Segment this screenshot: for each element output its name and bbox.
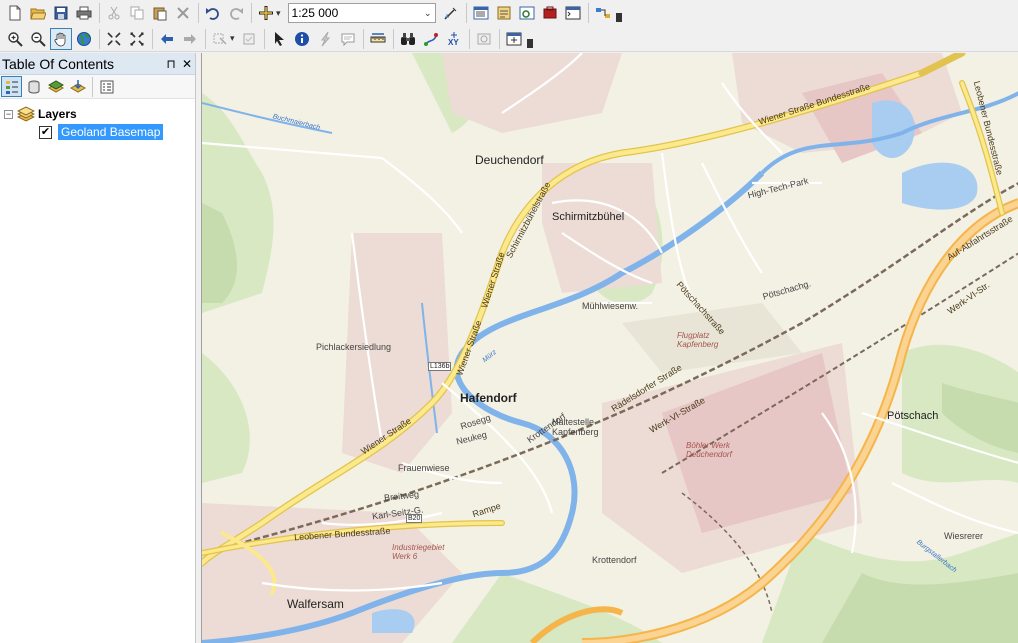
new-document-icon[interactable] [4,2,26,24]
arctoolbox-icon[interactable] [539,2,561,24]
layers-group-label: Layers [38,107,77,121]
list-by-selection-icon[interactable] [67,76,88,97]
layers-stack-icon [17,106,35,122]
map-label-locality: Pichlackersiedlung [316,342,392,352]
copy-icon[interactable] [126,2,148,24]
separator [468,28,470,49]
map-road-shield: B20 [406,514,423,523]
open-folder-icon[interactable] [27,2,49,24]
map-scale-value: 1:25 000 [291,6,339,20]
table-of-contents-panel: Table Of Contents ⊓ ✕ − Layers ✔ Geoland… [0,53,196,643]
zoom-in-icon[interactable] [4,28,26,50]
find-binoculars-icon[interactable] [397,28,419,50]
map-label-airfield: Flugplatz Kapfenberg [677,331,719,349]
create-viewer-window-icon[interactable] [503,28,525,50]
clear-selection-icon[interactable] [238,28,260,50]
print-icon[interactable] [73,2,95,24]
layer-row-geoland-basemap[interactable]: ✔ Geoland Basemap [0,123,195,141]
redo-icon[interactable] [225,2,247,24]
undo-icon[interactable] [202,2,224,24]
map-label-town: Walfersam [287,597,344,611]
separator [362,28,364,49]
list-by-drawing-order-icon[interactable] [1,76,22,97]
map-label-industrial: Industriegebiet Werk 6 [392,543,445,561]
separator [263,28,265,49]
map-label-town: Hafendorf [460,391,517,405]
separator [152,28,153,49]
find-route-icon[interactable] [420,28,442,50]
separator [498,28,500,49]
map-label-village: Pötschach [887,410,939,422]
select-features-dropdown-icon[interactable]: ▾ [230,33,235,44]
map-view[interactable]: Deuchendorf Schirmitzbühel Hafendorf Pöt… [201,53,1018,643]
search-window-icon[interactable] [516,2,538,24]
pin-icon[interactable]: ⊓ [163,57,179,71]
chevron-down-icon[interactable]: ⌄ [424,8,432,19]
time-slider-icon[interactable] [473,28,495,50]
toolbar-overflow-icon[interactable] [526,30,534,48]
svg-text:XY: XY [448,38,459,47]
separator [392,28,394,49]
toolbar-overflow-icon[interactable] [615,4,623,22]
map-label-town: Deuchendorf [475,153,544,167]
cut-icon[interactable] [103,2,125,24]
layer-visibility-checkbox[interactable]: ✔ [39,125,52,139]
paste-icon[interactable] [149,2,171,24]
go-back-arrow-icon[interactable] [156,28,178,50]
map-label-village: Schirmitzbühel [552,211,625,223]
separator [251,3,252,23]
fixed-zoom-out-icon[interactable] [126,28,148,50]
collapse-toggle-icon[interactable]: − [4,109,13,119]
go-forward-arrow-icon[interactable] [179,28,201,50]
close-icon[interactable]: ✕ [179,57,195,71]
catalog-window-icon[interactable] [493,2,515,24]
separator [587,3,589,23]
save-icon[interactable] [50,2,72,24]
pan-hand-icon[interactable] [50,27,72,50]
add-data-icon[interactable] [255,2,277,24]
list-by-visibility-icon[interactable] [45,76,66,97]
select-features-icon[interactable] [209,28,231,50]
html-popup-icon[interactable] [337,28,359,50]
map-label-industrial: Böhler Werk Deuchendorf [686,441,732,459]
add-data-dropdown-icon[interactable]: ▾ [276,8,281,19]
layer-tree: − Layers ✔ Geoland Basemap [0,99,195,141]
map-label-locality: Krottendorf [592,555,637,565]
separator [99,28,100,49]
separator [205,28,206,49]
arcmap-window: ▾ 1:25 000 ⌄ ▾ XY Table Of Contents ⊓ ✕ … [0,0,1018,643]
table-of-contents-window-icon[interactable] [470,2,492,24]
map-scale-combobox[interactable]: 1:25 000 ⌄ [287,3,436,23]
map-label-locality: Wiesrerer [944,531,984,541]
fixed-zoom-in-icon[interactable] [103,28,125,50]
map-road-shield: L136b [428,362,452,371]
editor-toolbar-icon[interactable] [440,2,462,24]
modelbuilder-icon[interactable] [592,2,614,24]
map-label-street: Frauenwiese [398,463,450,473]
zoom-out-icon[interactable] [27,28,49,50]
python-window-icon[interactable] [562,2,584,24]
full-extent-globe-icon[interactable] [73,28,95,50]
identify-info-icon[interactable] [291,28,313,50]
delete-icon[interactable] [172,2,194,24]
layer-name-label[interactable]: Geoland Basemap [58,124,164,140]
hyperlink-lightning-icon[interactable] [314,28,336,50]
separator [465,3,467,23]
go-to-xy-icon[interactable]: XY [443,28,465,50]
toc-options-icon[interactable] [96,76,117,97]
toc-title: Table Of Contents [2,55,115,72]
separator [99,3,100,23]
standard-toolbar: ▾ 1:25 000 ⌄ [0,0,1018,26]
toc-toolbar [0,75,195,99]
separator [92,76,93,97]
layers-group-row[interactable]: − Layers [0,105,195,123]
map-label-street: Mühlwiesenw. [582,301,639,311]
tools-toolbar: ▾ XY [0,26,1018,52]
toc-title-bar: Table Of Contents ⊓ ✕ [0,53,195,75]
measure-ruler-icon[interactable] [367,28,389,50]
select-elements-arrow-icon[interactable] [268,28,290,50]
separator [198,3,199,23]
list-by-source-icon[interactable] [23,76,44,97]
